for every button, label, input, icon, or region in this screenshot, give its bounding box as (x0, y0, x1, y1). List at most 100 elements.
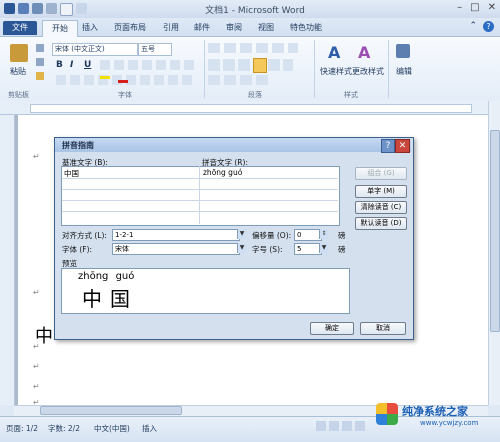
base-text-cell[interactable]: 中国 (64, 168, 79, 179)
tab-insert[interactable]: 插入 (82, 22, 98, 33)
tab-references[interactable]: 引用 (163, 22, 179, 33)
paste-icon[interactable] (10, 44, 28, 62)
font-select[interactable]: 宋体 (112, 243, 240, 255)
binoculars-icon[interactable] (396, 44, 410, 58)
clear-reading-button[interactable]: 清除读音 (C) (355, 201, 407, 214)
underline-button[interactable]: U (84, 60, 91, 70)
bold-button[interactable]: B (56, 60, 63, 70)
status-page[interactable]: 页面: 1/2 (6, 423, 38, 434)
preview-hanzi: 中国 (82, 287, 138, 311)
grid-line (62, 189, 338, 190)
group-separator (388, 40, 389, 98)
group-label-styles: 样式 (344, 91, 358, 99)
maximize-button[interactable]: □ (470, 2, 479, 13)
collapse-ribbon-icon[interactable]: ⌃ (469, 21, 477, 32)
paragraph-mark: ↵ (33, 362, 40, 371)
cancel-button[interactable]: 取消 (360, 322, 406, 335)
font-size-combo[interactable]: 五号 (138, 43, 172, 56)
group-separator (314, 40, 315, 98)
group-label-clipboard: 剪贴板 (8, 91, 29, 99)
highlight-color-icon[interactable] (100, 76, 110, 79)
watermark-logo-icon (376, 403, 398, 425)
dialog-close-button[interactable]: ✕ (395, 139, 410, 153)
print-preview-icon[interactable] (76, 3, 87, 14)
tab-mailings[interactable]: 邮件 (194, 22, 210, 33)
quick-styles-icon[interactable]: A (328, 43, 340, 62)
offset-spinner[interactable]: 0 (294, 229, 322, 241)
cut-icon[interactable] (36, 44, 44, 52)
copy-icon[interactable] (36, 58, 44, 66)
grid-line (62, 178, 338, 179)
grid-divider (199, 166, 200, 224)
minimize-button[interactable]: – (457, 2, 462, 13)
font-label: 字体 (F): (62, 245, 93, 254)
chevron-down-icon[interactable]: ▼ (237, 229, 246, 239)
tab-page-layout[interactable]: 页面布局 (114, 22, 146, 33)
ok-button[interactable]: 确定 (310, 322, 354, 335)
default-reading-button[interactable]: 默认读音 (D) (355, 217, 407, 230)
ruby-text-cell[interactable]: zhōng guó (203, 168, 242, 177)
italic-button[interactable]: I (70, 60, 73, 70)
paragraph-mark: ↵ (33, 288, 40, 297)
tab-review[interactable]: 审阅 (226, 22, 242, 33)
new-doc-icon[interactable] (60, 3, 73, 16)
status-words[interactable]: 字数: 2/2 (48, 423, 80, 434)
spinner-arrows-icon[interactable]: ⇕ (319, 229, 328, 239)
redo-icon[interactable] (46, 3, 57, 14)
list-buttons[interactable] (208, 43, 298, 53)
alignment-buttons[interactable] (208, 59, 293, 71)
horizontal-scroll-thumb[interactable] (40, 406, 182, 415)
group-button[interactable]: 组合 (G) (355, 167, 407, 180)
change-styles-button[interactable]: 更改样式 (352, 66, 384, 77)
close-button[interactable]: ✕ (488, 2, 496, 13)
group-separator (204, 40, 205, 98)
shading-border-buttons[interactable] (208, 75, 268, 85)
single-char-button[interactable]: 单字 (M) (355, 185, 407, 198)
chevron-down-icon[interactable]: ▼ (237, 243, 246, 253)
alignment-select[interactable]: 1-2-1 (112, 229, 240, 241)
paragraph-mark: ↵ (33, 152, 40, 161)
format-painter-icon[interactable] (36, 72, 44, 80)
preview-pinyin: zhōng guó (78, 271, 135, 282)
watermark-text: 纯净系统之家 (402, 405, 468, 418)
font-format-buttons[interactable] (100, 60, 195, 70)
tab-file[interactable]: 文件 (3, 21, 37, 35)
size-label: 字号 (S): (252, 245, 283, 254)
ribbon-help-area: ⌃ ? (469, 21, 494, 32)
group-label-font: 字体 (118, 91, 132, 99)
word-logo-icon (4, 3, 15, 14)
phonetic-grid (61, 166, 340, 226)
vertical-scroll-thumb[interactable] (490, 130, 500, 332)
group-label-paragraph: 段落 (248, 91, 262, 99)
ruler-scale[interactable] (30, 104, 472, 113)
vertical-ruler (0, 115, 15, 405)
dialog-help-button[interactable]: ? (381, 139, 395, 153)
dialog-title-bar[interactable] (55, 138, 411, 152)
tab-special-features[interactable]: 特色功能 (290, 22, 322, 33)
editing-button[interactable]: 编辑 (396, 66, 412, 77)
font-color-icon[interactable] (118, 80, 128, 83)
paragraph-mark: ↵ (33, 382, 40, 391)
status-language[interactable]: 中文(中国) (94, 423, 130, 434)
offset-label: 偏移量 (O): (252, 231, 292, 240)
status-insert-mode[interactable]: 插入 (142, 423, 157, 434)
tab-home[interactable]: 开始 (42, 20, 78, 38)
undo-icon[interactable] (32, 3, 43, 14)
help-icon[interactable]: ? (483, 21, 494, 32)
change-styles-icon[interactable]: A (358, 43, 370, 62)
offset-unit: 磅 (338, 231, 346, 240)
tab-view[interactable]: 视图 (258, 22, 274, 33)
grid-line (62, 200, 338, 201)
quick-styles-button[interactable]: 快速样式 (320, 66, 352, 77)
quick-access-toolbar (4, 3, 87, 16)
font-name-combo[interactable]: 宋体 (中文正文) (52, 43, 138, 56)
chevron-down-icon[interactable]: ▼ (319, 243, 328, 253)
window-title: 文档1 - Microsoft Word (205, 6, 305, 16)
grid-line (62, 211, 338, 212)
watermark-url: www.ycwjzy.com (420, 419, 479, 427)
justify-button-active[interactable] (253, 58, 267, 73)
save-icon[interactable] (18, 3, 29, 14)
paste-button[interactable]: 粘贴 (10, 66, 26, 77)
view-mode-buttons[interactable] (316, 421, 366, 431)
size-select[interactable]: 5 (294, 243, 322, 255)
